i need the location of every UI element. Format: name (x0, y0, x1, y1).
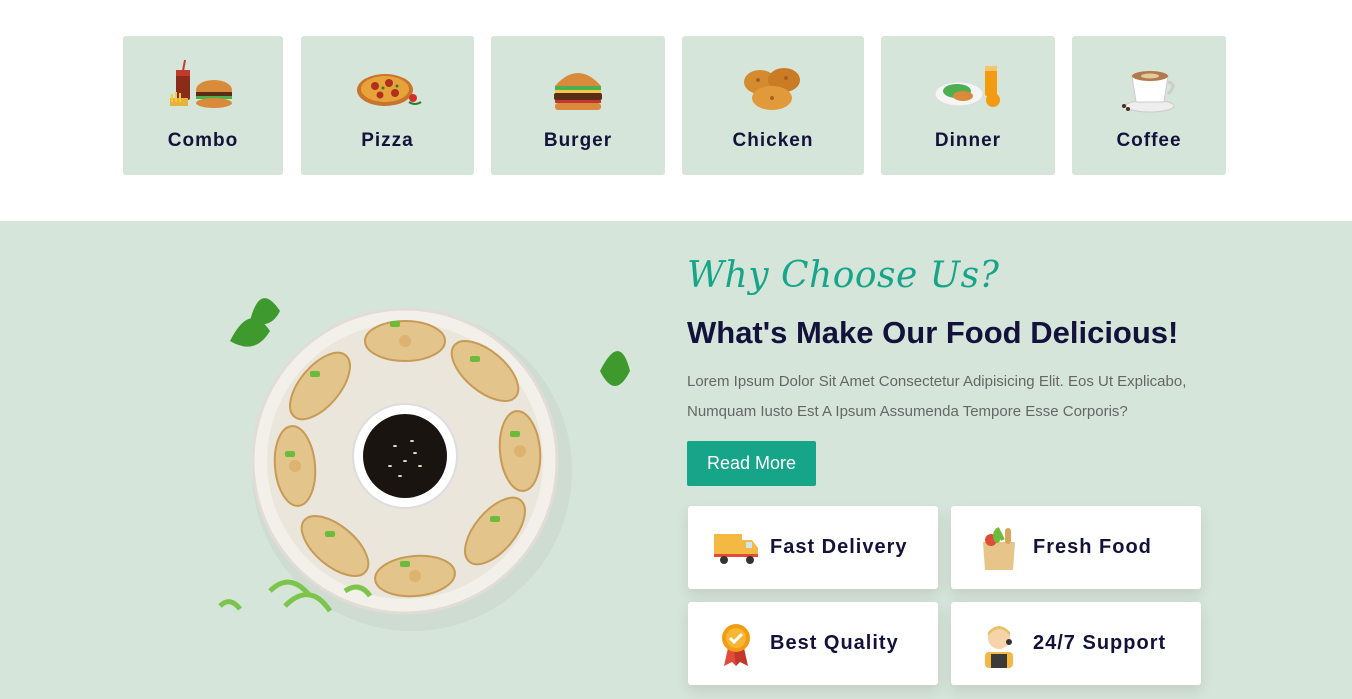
category-label: Combo (167, 130, 239, 151)
category-card-combo[interactable]: Combo (123, 36, 283, 175)
section-title: What's Make Our Food Delicious! (687, 315, 1179, 350)
feature-card-support: 24/7 Support (951, 602, 1201, 685)
category-label: Coffee (1116, 130, 1182, 151)
category-card-dinner[interactable]: Dinner (881, 36, 1055, 175)
support-agent-icon (985, 626, 1013, 668)
quality-badge-icon (722, 624, 750, 666)
feature-label: 24/7 Support (1033, 632, 1167, 654)
burger-icon (554, 73, 602, 110)
feature-label: Best Quality (770, 632, 899, 654)
feature-card-best-quality: Best Quality (688, 602, 938, 685)
pizza-icon (356, 74, 422, 106)
feature-label: Fresh Food (1033, 536, 1152, 558)
category-label: Pizza (361, 130, 414, 151)
category-label: Chicken (732, 130, 814, 151)
coffee-cup-icon (1122, 71, 1175, 113)
dumplings-dish-image (218, 298, 630, 631)
category-card-burger[interactable]: Burger (491, 36, 665, 175)
feature-label: Fast Delivery (770, 536, 908, 558)
page: Combo Pizza Burger Chicken Dinner Coffee… (0, 0, 1352, 699)
fried-chicken-icon (744, 68, 800, 110)
grocery-bag-icon (983, 527, 1015, 570)
section-description: Lorem Ipsum Dolor Sit Amet Consectetur A… (687, 373, 1187, 420)
section-subtitle: Why Choose Us? (687, 255, 1000, 296)
feature-card-fresh-food: Fresh Food (951, 506, 1201, 589)
delivery-truck-icon (714, 534, 758, 564)
category-label: Dinner (934, 130, 1002, 151)
combo-meal-icon (170, 59, 232, 108)
dinner-plate-icon (934, 66, 1000, 107)
read-more-button[interactable]: Read More (687, 441, 816, 486)
why-choose-us-section: Why Choose Us? What's Make Our Food Deli… (0, 221, 1352, 699)
feature-card-fast-delivery: Fast Delivery (688, 506, 938, 589)
category-card-coffee[interactable]: Coffee (1072, 36, 1226, 175)
category-section: Combo Pizza Burger Chicken Dinner Coffee (0, 0, 1352, 221)
category-label: Burger (543, 130, 613, 151)
category-card-pizza[interactable]: Pizza (301, 36, 474, 175)
category-card-chicken[interactable]: Chicken (682, 36, 864, 175)
